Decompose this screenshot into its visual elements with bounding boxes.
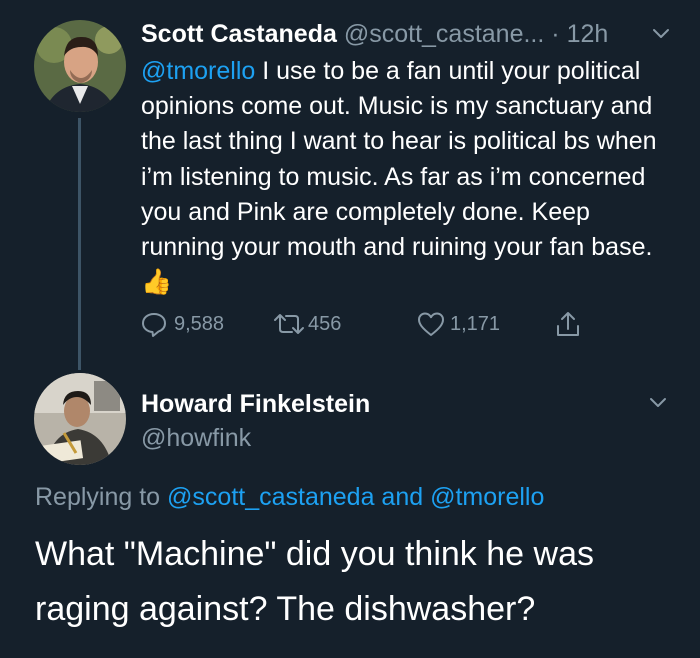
avatar-howard[interactable] [34,373,126,465]
speech-bubble-icon [142,313,166,337]
replying-and: and [374,483,431,511]
separator-dot: · [551,20,560,48]
share-button[interactable] [554,308,582,340]
retweet-button[interactable]: 456 [272,308,341,340]
tweet-body-text: I use to be a fan until your political o… [141,57,657,262]
tweet-text: @tmorello I use to be a fan until your p… [141,54,661,300]
reply-mention-tmorello[interactable]: @tmorello [430,483,544,511]
reply-mention-scott[interactable]: @scott_castaneda [167,483,374,511]
chevron-down-icon[interactable] [651,26,671,47]
reply-count: 9,588 [174,312,225,335]
tweet-text: What "Machine" did you think he was ragi… [35,535,594,628]
author-name[interactable]: Howard Finkelstein [141,387,370,421]
thumbs-up-emoji: 👍 [141,268,173,297]
mention-link[interactable]: @tmorello [141,57,255,85]
replying-to: Replying to @scott_castaneda and @tmorel… [35,480,544,514]
replying-prefix: Replying to [35,483,168,511]
chevron-down-icon[interactable] [648,395,668,416]
timestamp[interactable]: 12h [567,20,609,48]
share-icon [557,312,579,336]
avatar-scott[interactable] [34,20,126,112]
author-handle[interactable]: @howfink [141,421,251,455]
retweet-icon [274,314,304,334]
tweet-header: Scott Castaneda @scott_castane... · 12h [141,18,608,50]
author-handle[interactable]: @scott_castane... [344,20,544,48]
reply-button[interactable]: 9,588 [140,308,224,340]
like-count: 1,171 [450,312,501,335]
heart-icon [418,312,444,336]
like-button[interactable]: 1,171 [416,308,500,340]
author-name[interactable]: Scott Castaneda [141,20,337,48]
thread-line [78,118,81,370]
retweet-count: 456 [308,312,342,335]
